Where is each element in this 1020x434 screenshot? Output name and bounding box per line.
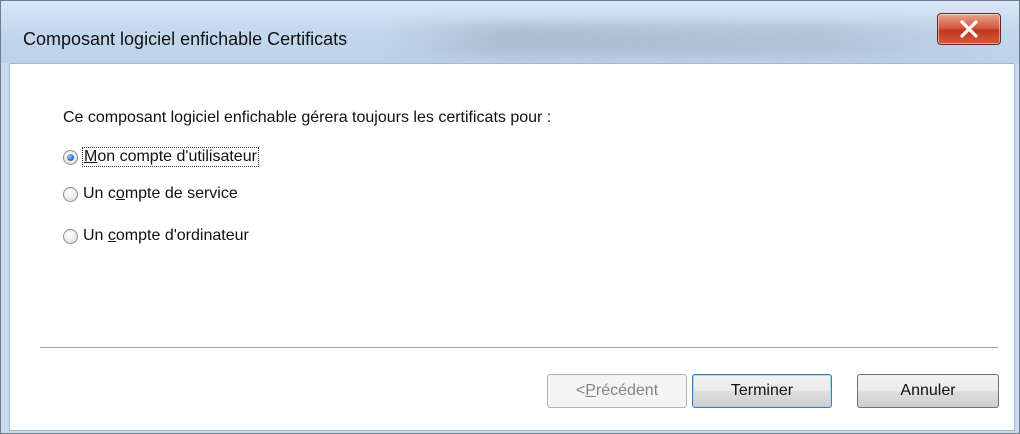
- cancel-button[interactable]: Annuler: [857, 374, 999, 408]
- back-button[interactable]: < Précédent: [547, 374, 687, 408]
- title-bar[interactable]: Composant logiciel enfichable Certificat…: [1, 1, 1019, 63]
- title-bar-glass-blur: [381, 23, 1001, 57]
- option-computer-account[interactable]: Un compte d'ordinateur: [63, 227, 249, 245]
- close-icon: [960, 20, 978, 38]
- option-user-account-label: Mon compte d'utilisateur: [82, 147, 259, 167]
- option-computer-account-label: Un compte d'ordinateur: [83, 227, 249, 244]
- radio-user-account[interactable]: [63, 149, 78, 165]
- option-user-account[interactable]: Mon compte d'utilisateur: [63, 147, 259, 167]
- close-button[interactable]: [937, 13, 1001, 45]
- button-separator: [40, 347, 998, 349]
- dialog-content: Ce composant logiciel enfichable gérera …: [9, 63, 1015, 431]
- radio-service-account[interactable]: [63, 186, 78, 202]
- option-service-account[interactable]: Un compte de service: [63, 185, 238, 203]
- option-service-account-label: Un compte de service: [83, 185, 238, 202]
- window-title: Composant logiciel enfichable Certificat…: [23, 29, 348, 49]
- finish-button[interactable]: Terminer: [692, 374, 832, 408]
- dialog-window: Composant logiciel enfichable Certificat…: [0, 0, 1020, 434]
- dialog-heading: Ce composant logiciel enfichable gérera …: [63, 109, 552, 126]
- radio-computer-account[interactable]: [63, 228, 78, 244]
